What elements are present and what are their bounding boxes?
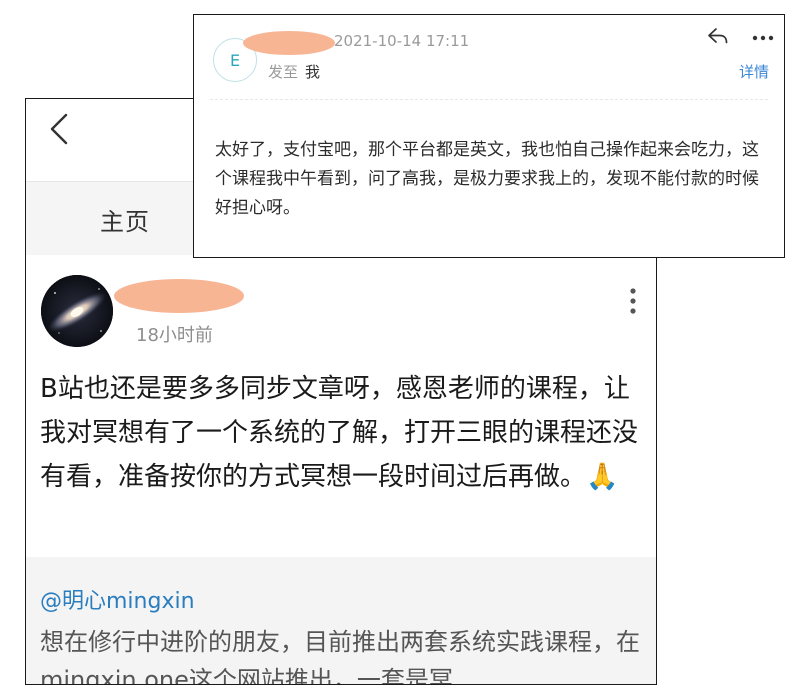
post-body-text: B站也还是要多多同步文章呀，感恩老师的课程，让我对冥想有了一个系统的了解，打开三… [40, 374, 639, 492]
recipient-name: 我 [305, 63, 321, 81]
tab-home[interactable]: 主页 [100, 202, 150, 237]
reply-text: 想在修行中进阶的朋友，目前推出两套系统实践课程，在mingxin.one这个网站… [40, 628, 640, 685]
vertical-dots-icon[interactable] [628, 287, 638, 317]
post-timestamp: 18小时前 [136, 325, 213, 346]
horizontal-dots-icon[interactable] [752, 35, 774, 41]
details-link[interactable]: 详情 [739, 61, 769, 82]
email-card: E 2021-10-14 17:11 发至 我 详情 太好了，支付宝吧，那个平台… [193, 14, 785, 258]
galaxy-avatar[interactable] [41, 275, 113, 347]
email-divider [210, 99, 768, 100]
reply-preview[interactable]: @明心mingxin 想在修行中进阶的朋友，目前推出两套系统实践课程，在ming… [26, 557, 656, 685]
recipient-prefix: 发至 [268, 63, 299, 81]
email-body-text: 太好了，支付宝吧，那个平台都是英文，我也怕自己操作起来会吃力，这个课程我中午看到… [215, 140, 759, 218]
email-date: 2021-10-14 17:11 [334, 32, 470, 50]
galaxy-image [41, 275, 113, 347]
reply-icon[interactable] [707, 26, 729, 46]
author-name-redacted [114, 279, 244, 313]
reply-author-link[interactable]: @明心mingxin [40, 583, 195, 615]
chevron-left-icon[interactable] [44, 111, 74, 147]
sender-name-redacted [243, 31, 335, 55]
